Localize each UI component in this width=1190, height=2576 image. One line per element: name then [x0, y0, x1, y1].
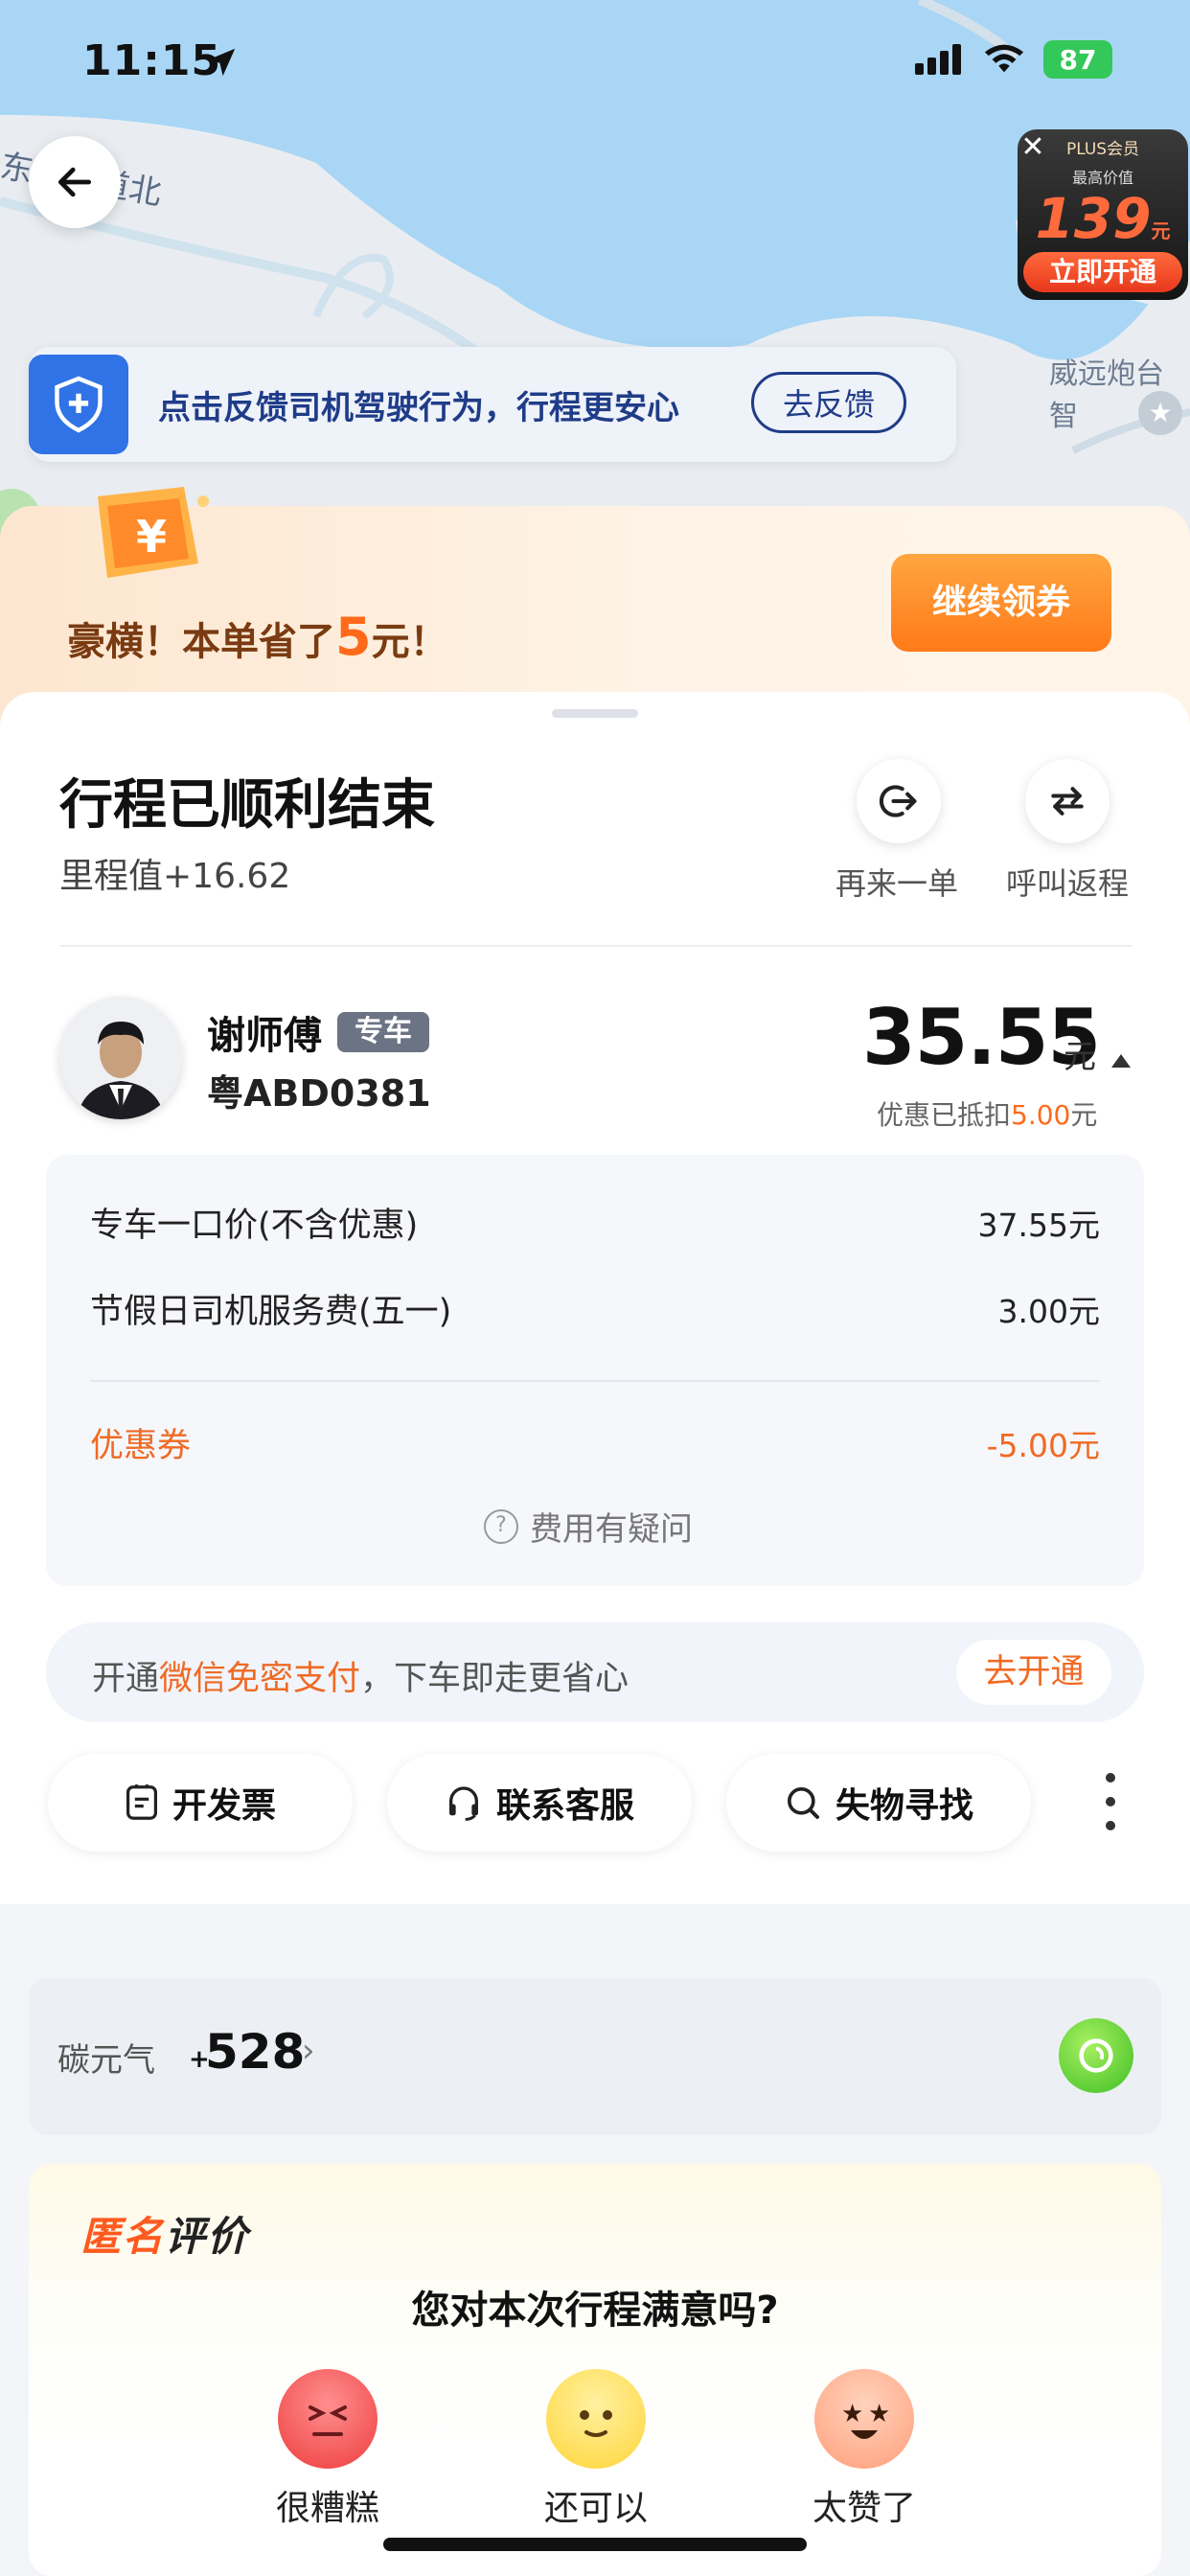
plus-amount: 139: [1035, 186, 1152, 251]
return-trip-action[interactable]: [1025, 759, 1110, 843]
pay-prefix: 开通: [92, 1660, 160, 1698]
swap-icon: [1051, 787, 1084, 816]
fare-item-label: 专车一口价(不含优惠): [90, 1207, 419, 1245]
fare-item-value: 37.55元: [977, 1207, 1100, 1244]
fare-item-label: 节假日司机服务费(五一): [90, 1293, 452, 1331]
pay-suffix: ，下车即走更省心: [360, 1660, 629, 1698]
coupon-value: -5.00元: [986, 1427, 1100, 1464]
lost-found-label: 失物寻找: [835, 1786, 973, 1826]
carbon-points-row[interactable]: 碳元气 + 528 ›: [29, 1978, 1161, 2135]
discount-unit: 元: [1070, 1099, 1098, 1131]
fare-unit: 元: [1064, 1038, 1096, 1076]
coupon-label: 优惠券: [90, 1427, 192, 1465]
rating-option-bad[interactable]: 很糟糕: [251, 2480, 404, 2530]
badge-review: 评价: [165, 2213, 250, 2260]
fare-item-value: 3.00元: [997, 1293, 1100, 1330]
return-trip-label[interactable]: 呼叫返程: [1006, 860, 1129, 904]
invoice-button[interactable]: 开发票: [48, 1754, 353, 1852]
search-icon: [787, 1787, 819, 1819]
divider: [59, 945, 1133, 947]
wechat-pay-bar[interactable]: 开通微信免密支付，下车即走更省心 去开通: [46, 1622, 1144, 1722]
divider: [90, 1380, 1100, 1382]
promo-prefix: 豪横！本单省了: [67, 620, 335, 664]
feedback-text: 点击反馈司机驾驶行为，行程更安心: [158, 389, 679, 427]
ok-face-icon[interactable]: [546, 2369, 646, 2469]
chevron-right-icon: ›: [302, 2032, 315, 2070]
collapse-caret-icon[interactable]: [1111, 1054, 1131, 1068]
rating-question: 您对本次行程满意吗?: [411, 2288, 779, 2333]
driver-avatar[interactable]: [59, 997, 182, 1119]
driver-name: 谢师傅: [207, 1014, 322, 1058]
plus-open-button[interactable]: 立即开通: [1023, 252, 1182, 292]
plus-subtitle: 最高价值: [1071, 169, 1133, 187]
rating-option-great[interactable]: 太赞了: [788, 2480, 941, 2530]
plus-unit: 元: [1151, 219, 1171, 242]
more-options-icon[interactable]: [1100, 1773, 1121, 1830]
rating-card: 匿名评价 您对本次行程满意吗? 很糟糕 还可以 ★ ★ 太赞了: [29, 2164, 1161, 2576]
fare-question-text: 费用有疑问: [530, 1510, 693, 1549]
pay-bar-text: 开通微信免密支付，下车即走更省心: [92, 1651, 629, 1700]
headset-icon: [448, 1786, 478, 1821]
question-icon: ?: [484, 1508, 518, 1544]
discount-amount: 5.00: [1011, 1099, 1071, 1131]
status-icons: 87: [915, 38, 1112, 80]
badge-anonymous: 匿名: [80, 2213, 166, 2260]
promo-suffix: 元！: [371, 620, 448, 664]
rating-option-ok[interactable]: 还可以: [519, 2480, 673, 2530]
pay-highlight: 微信免密支付: [159, 1660, 361, 1698]
trip-title: 行程已顺利结束: [59, 774, 435, 837]
discount-prefix: 优惠已抵扣: [877, 1099, 1012, 1131]
feedback-button[interactable]: 去反馈: [751, 372, 906, 433]
return-trip-button[interactable]: [1025, 759, 1110, 843]
location-arrow-icon: [207, 48, 236, 77]
fare-question-link[interactable]: ? 费用有疑问: [484, 1503, 693, 1550]
signal-icon: [915, 44, 961, 75]
svg-text:¥: ¥: [136, 511, 167, 563]
status-time: 11:15: [82, 36, 222, 85]
anonymous-rating-badge: 匿名评价: [80, 2204, 249, 2263]
back-button[interactable]: [29, 136, 121, 228]
promo-text: 豪横！本单省了5元！: [67, 607, 448, 667]
discount-summary: 优惠已抵扣5.00元: [877, 1094, 1097, 1133]
invoice-label: 开发票: [172, 1786, 276, 1826]
carbon-leaf-icon[interactable]: [1059, 2018, 1133, 2093]
invoice-icon: [126, 1784, 158, 1820]
carbon-value: 528: [205, 2024, 306, 2080]
feedback-banner[interactable]: 点击反馈司机驾驶行为，行程更安心 去反馈: [29, 347, 956, 462]
arrow-left-icon: [57, 167, 92, 197]
home-indicator[interactable]: [383, 2538, 807, 2551]
star-poi-icon: ★: [1138, 391, 1182, 435]
reorder-label[interactable]: 再来一单: [835, 860, 958, 904]
carbon-label: 碳元气: [57, 2041, 155, 2080]
enable-pay-button[interactable]: 去开通: [956, 1640, 1111, 1705]
car-type-badge: 专车: [337, 1012, 429, 1052]
claim-coupon-button[interactable]: 继续领券: [891, 554, 1111, 652]
reorder-button[interactable]: [857, 759, 941, 843]
battery-indicator: 87: [1043, 40, 1112, 79]
promo-amount: 5: [335, 607, 372, 667]
close-icon[interactable]: ✕: [1016, 131, 1050, 166]
wifi-icon: [984, 44, 1024, 73]
contact-support-button[interactable]: 联系客服: [387, 1754, 692, 1852]
great-face-icon[interactable]: ★ ★: [814, 2369, 914, 2469]
support-label: 联系客服: [495, 1786, 634, 1826]
bad-face-icon[interactable]: [278, 2369, 378, 2469]
lost-found-button[interactable]: 失物寻找: [726, 1754, 1031, 1852]
sheet-grabber[interactable]: [552, 709, 638, 718]
reorder-action[interactable]: [857, 759, 941, 843]
coupon-illustration-icon: ¥: [98, 487, 209, 578]
trip-mileage: 里程值+16.62: [59, 857, 291, 896]
license-plate: 粤ABD0381: [207, 1072, 431, 1115]
reorder-icon: [879, 785, 917, 817]
svg-text:★: ★: [868, 2400, 890, 2428]
svg-text:★: ★: [841, 2400, 863, 2428]
shield-icon: [29, 355, 128, 454]
